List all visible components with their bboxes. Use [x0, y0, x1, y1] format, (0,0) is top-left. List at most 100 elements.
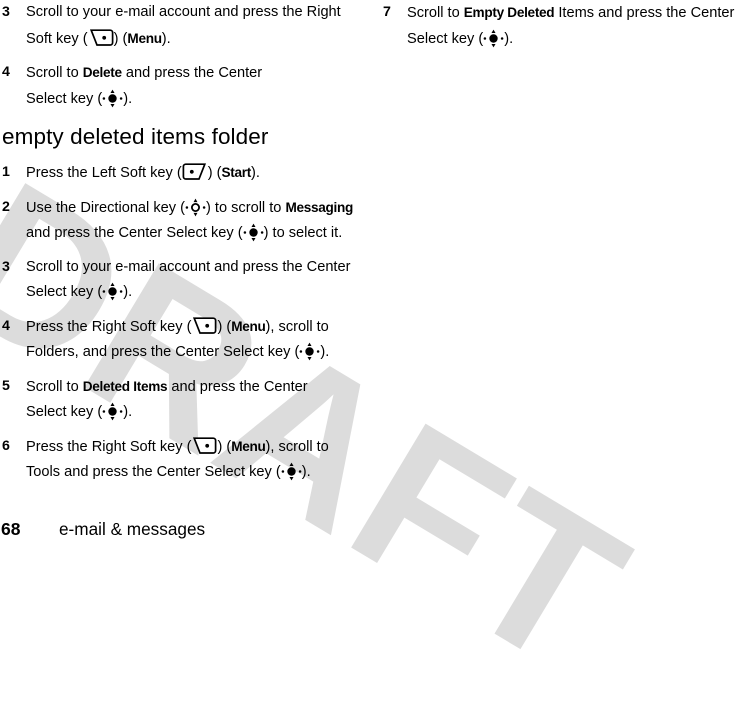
step-text: Select key ( — [407, 30, 484, 47]
step-text: ). — [301, 464, 311, 480]
center-select-key-icon — [243, 223, 264, 242]
instruction-step: 3 Scroll to your e-mail account and press… — [0, 0, 370, 52]
step-line: Soft key ( ) (Menu). — [26, 26, 370, 53]
step-text: ), scroll to — [265, 438, 329, 455]
step-number: 3 — [2, 258, 10, 275]
left-soft-key-icon — [182, 163, 208, 181]
step-number: 4 — [2, 64, 10, 80]
step-text: Soft key ( — [26, 30, 88, 47]
step-text: Press the Left Soft key ( — [26, 165, 182, 181]
right-step-list: 7 Scroll to Empty Deleted Items and press… — [381, 0, 738, 60]
step-number: 1 — [2, 164, 10, 180]
step-text: ) ( — [113, 30, 128, 47]
section-step-list: 1 Press the Left Soft key () (Start). 2 Use… — [0, 160, 370, 494]
step-body: Press the Left Soft key ( ) (Start). — [26, 160, 370, 187]
instruction-step: 2 Use the Directional key ( ) to scroll to… — [0, 195, 370, 247]
step-text: ) to select it. — [263, 225, 343, 241]
step-text: Select key ( — [26, 404, 103, 420]
emphasis-term: Menu — [231, 318, 266, 334]
page-title: empty deleted items folder — [2, 124, 269, 149]
center-select-key-icon — [102, 282, 123, 301]
step-text: Items and press the Center — [554, 5, 735, 21]
step-text: Press the Right Soft key ( — [26, 318, 192, 335]
step-number: 5 — [2, 377, 10, 394]
step-body: Scroll to your e-mail account and press … — [26, 0, 370, 52]
step-text: ), scroll to — [265, 318, 329, 335]
step-body: Scroll to Deleted Items and press the Ce… — [26, 374, 370, 426]
continued-step-list: 3 Scroll to your e-mail account and press… — [0, 0, 370, 120]
step-line: Press the Left Soft key ( ) (Start). — [26, 160, 370, 187]
step-line: Scroll to Deleted Items and press the Ce… — [26, 374, 370, 401]
step-text: Scroll to — [407, 5, 464, 21]
step-line: Tools and press the Center Select key ()… — [26, 460, 370, 486]
center-select-key-icon — [281, 462, 302, 481]
step-body: Press the Right Soft key ( ) (Menu), scro… — [26, 434, 370, 486]
step-line: Scroll to Empty Deleted Items and press … — [407, 0, 738, 27]
step-text: Press the Right Soft key ( — [26, 438, 192, 455]
step-line: Select key (). — [26, 280, 370, 306]
emphasis-term: Messaging — [285, 199, 354, 215]
step-text: Select key ( — [26, 284, 103, 300]
step-line: Folders, and press the Center Select key… — [26, 340, 370, 366]
step-body: Scroll to Delete and press the Center Sel… — [26, 60, 370, 112]
step-text: Folders, and press the Center Select key… — [26, 344, 300, 360]
emphasis-term: Delete — [82, 65, 122, 80]
step-text: Scroll to — [26, 378, 83, 395]
step-number: 7 — [383, 4, 391, 20]
instruction-step: 4 Scroll to Delete and press the Center Se… — [0, 60, 370, 112]
step-line: Use the Directional key () to scroll to … — [26, 195, 370, 222]
instruction-step: 7 Scroll to Empty Deleted Items and press… — [381, 0, 738, 52]
step-text: ) ( — [217, 438, 232, 455]
step-line: Select key (). — [26, 87, 370, 113]
step-line: Press the Right Soft key ( ) (Menu), scro… — [26, 434, 370, 461]
directional-key-icon — [185, 198, 206, 217]
step-number: 2 — [2, 198, 10, 215]
emphasis-term: Menu — [127, 30, 162, 46]
step-text: Use the Directional key ( — [26, 199, 185, 216]
center-select-key-icon — [102, 402, 123, 421]
step-line: Scroll to your e-mail account and press … — [26, 255, 370, 281]
step-body: Press the Right Soft key ( ) (Menu), scro… — [26, 314, 370, 366]
step-text: Tools and press the Center Select key ( — [26, 464, 281, 480]
instruction-step: 5 Scroll to Deleted Items and press the C… — [0, 374, 370, 426]
step-line: Select key (). — [407, 27, 738, 53]
step-text: ). — [251, 165, 260, 181]
step-text: ). — [123, 284, 133, 300]
step-text: ). — [123, 404, 133, 420]
step-text: ). — [123, 90, 133, 107]
step-text: ). — [320, 344, 330, 360]
step-text: ). — [504, 30, 514, 47]
emphasis-term: Deleted Items — [82, 378, 168, 394]
step-body: Use the Directional key () to scroll to … — [26, 195, 370, 247]
right-soft-key-icon — [191, 436, 217, 455]
step-line: Select key (). — [26, 400, 370, 426]
page-footer: 68 e-mail & messages — [0, 517, 738, 541]
step-number: 4 — [2, 317, 10, 334]
center-select-key-icon — [299, 342, 320, 361]
step-text: and press the Center — [167, 378, 308, 395]
step-line: Press the Right Soft key ( ) (Menu), scro… — [26, 314, 370, 341]
step-line: and press the Center Select key ( ) to se… — [26, 221, 370, 247]
right-soft-key-icon — [88, 28, 114, 47]
instruction-step: 6 Press the Right Soft key ( ) (Menu), scr… — [0, 434, 370, 486]
step-body: Scroll to Empty Deleted Items and press … — [407, 0, 738, 52]
step-text: ). — [161, 30, 171, 47]
emphasis-term: Menu — [231, 438, 266, 454]
step-text: Scroll to your e-mail account and press … — [26, 4, 341, 20]
footer-page-number: 68 — [1, 519, 21, 539]
step-text: ) to scroll to — [205, 199, 286, 216]
footer-section-title: e-mail & messages — [59, 519, 206, 539]
step-text: and press the Center — [121, 65, 263, 81]
step-text: ) ( — [207, 165, 222, 181]
step-text: Select key ( — [26, 90, 103, 107]
step-text: and press the Center Select key ( — [26, 225, 243, 241]
manual-page: 3 Scroll to your e-mail account and press… — [0, 0, 738, 549]
step-text: ) ( — [217, 318, 232, 335]
emphasis-term: Empty Deleted — [463, 5, 555, 20]
step-line: Scroll to Delete and press the Center — [26, 60, 370, 87]
instruction-step: 4 Press the Right Soft key ( ) (Menu), scr… — [0, 314, 370, 366]
center-select-key-icon — [483, 29, 504, 48]
emphasis-term: Start — [221, 165, 252, 180]
center-select-key-icon — [102, 89, 123, 108]
step-number: 6 — [2, 437, 10, 454]
